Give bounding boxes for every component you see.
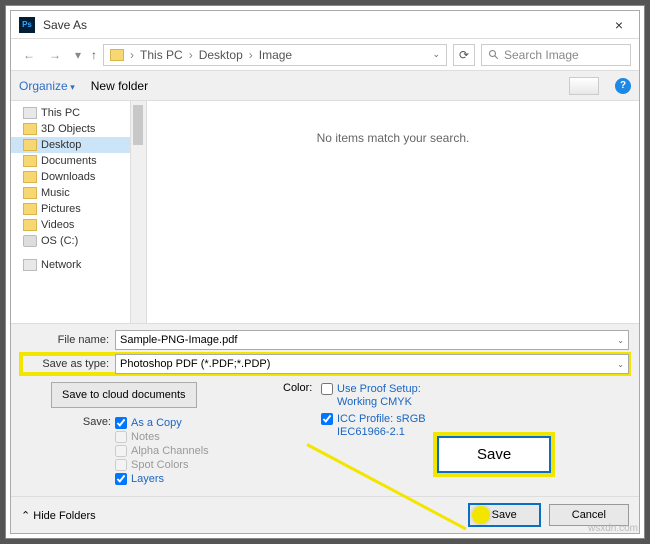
new-folder-button[interactable]: New folder (91, 79, 148, 93)
options-panel: File name: Sample-PNG-Image.pdf⌄ Save as… (11, 323, 639, 496)
proof-checkbox[interactable] (321, 383, 333, 395)
up-icon[interactable]: ↑ (91, 48, 97, 62)
tree-music[interactable]: Music (11, 185, 130, 201)
as-copy-checkbox[interactable] (115, 417, 127, 429)
search-icon (488, 49, 500, 61)
breadcrumb[interactable]: This PC Desktop Image ⌄ (103, 44, 447, 66)
save-cloud-button[interactable]: Save to cloud documents (51, 382, 197, 408)
tree-desktop[interactable]: Desktop (11, 137, 130, 153)
breadcrumb-image[interactable]: Image (259, 48, 292, 62)
tree-this-pc[interactable]: This PC (11, 105, 130, 121)
tree-documents[interactable]: Documents (11, 153, 130, 169)
toolbar: Organize New folder ? (11, 71, 639, 101)
tree-scrollbar[interactable] (131, 101, 147, 323)
help-icon[interactable]: ? (615, 78, 631, 94)
window-title: Save As (43, 18, 607, 32)
close-icon[interactable]: × (607, 13, 631, 37)
refresh-icon[interactable]: ⟳ (453, 44, 475, 66)
tree-videos[interactable]: Videos (11, 217, 130, 233)
color-label: Color: (283, 382, 312, 394)
app-icon: Ps (19, 17, 35, 33)
breadcrumb-desktop[interactable]: Desktop (199, 48, 243, 62)
save-type-label: Save as type: (21, 358, 109, 370)
save-button-highlighted[interactable]: Save (437, 436, 551, 473)
watermark: wsxdn.com (588, 523, 638, 534)
empty-message: No items match your search. (317, 131, 470, 145)
callout-dot (472, 506, 490, 524)
alpha-checkbox (115, 445, 127, 457)
hide-folders-button[interactable]: Hide Folders (21, 509, 96, 522)
search-placeholder: Search Image (504, 48, 579, 62)
footer: Hide Folders Save Cancel (11, 496, 639, 533)
save-highlight: Save (433, 432, 555, 477)
tree-pictures[interactable]: Pictures (11, 201, 130, 217)
tree-3d-objects[interactable]: 3D Objects (11, 121, 130, 137)
navbar: ← → ▾ ↑ This PC Desktop Image ⌄ ⟳ Search… (11, 39, 639, 71)
view-options-icon[interactable] (569, 77, 599, 95)
breadcrumb-dropdown-icon[interactable]: ⌄ (432, 49, 440, 60)
tree-os-c[interactable]: OS (C:) (11, 233, 130, 249)
notes-checkbox (115, 431, 127, 443)
tree-downloads[interactable]: Downloads (11, 169, 130, 185)
save-as-dialog: Ps Save As × ← → ▾ ↑ This PC Desktop Ima… (10, 10, 640, 534)
spot-checkbox (115, 459, 127, 471)
icc-checkbox[interactable] (321, 413, 333, 425)
file-list: No items match your search. (147, 101, 639, 323)
layers-checkbox[interactable] (115, 473, 127, 485)
file-name-input[interactable]: Sample-PNG-Image.pdf⌄ (115, 330, 629, 350)
titlebar: Ps Save As × (11, 11, 639, 39)
organize-menu[interactable]: Organize (19, 79, 75, 93)
recent-dropdown-icon[interactable]: ▾ (71, 48, 85, 62)
breadcrumb-pc[interactable]: This PC (140, 48, 183, 62)
forward-icon[interactable]: → (45, 48, 65, 62)
save-options-label: Save: (51, 416, 111, 486)
save-button[interactable]: Save (468, 503, 541, 527)
back-icon[interactable]: ← (19, 48, 39, 62)
tree-network[interactable]: Network (11, 257, 130, 273)
folder-tree: This PC 3D Objects Desktop Documents Dow… (11, 101, 131, 323)
file-name-label: File name: (21, 334, 109, 346)
save-type-select[interactable]: Photoshop PDF (*.PDF;*.PDP)⌄ (115, 354, 629, 374)
search-input[interactable]: Search Image (481, 44, 631, 66)
folder-icon (110, 49, 124, 61)
